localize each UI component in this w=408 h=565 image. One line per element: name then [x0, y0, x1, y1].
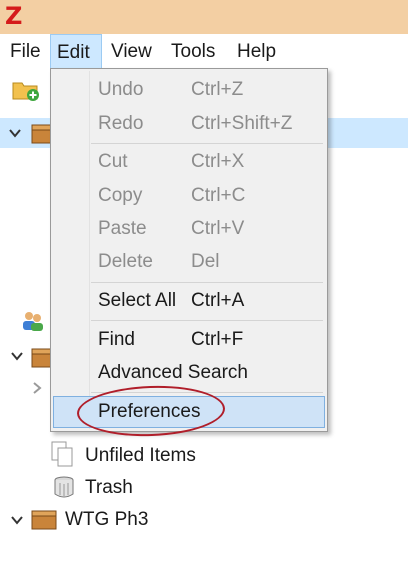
group-library-icon: [31, 510, 57, 530]
menu-help[interactable]: Help: [231, 34, 282, 69]
menu-item-undo[interactable]: Undo Ctrl+Z: [53, 74, 325, 106]
menu-item-paste[interactable]: Paste Ctrl+V: [53, 213, 325, 245]
menu-item-label: Find: [98, 329, 135, 350]
menu-separator: [91, 282, 323, 283]
menu-item-label: Paste: [98, 218, 147, 239]
menu-separator: [91, 320, 323, 321]
title-bar: Z: [0, 0, 408, 34]
menu-item-shortcut: Ctrl+F: [191, 329, 244, 350]
menu-file[interactable]: File: [4, 34, 47, 69]
menu-item-cut[interactable]: Cut Ctrl+X: [53, 146, 325, 178]
menu-edit-label: Edit: [57, 42, 90, 63]
menu-item-shortcut: Ctrl+Shift+Z: [191, 113, 293, 134]
menu-item-shortcut: Ctrl+A: [191, 290, 245, 311]
menu-item-shortcut: Del: [191, 251, 220, 272]
menu-file-label: File: [10, 41, 41, 62]
menu-item-label: Delete: [98, 251, 153, 272]
menu-item-advanced-search[interactable]: Advanced Search: [53, 357, 325, 389]
menu-item-delete[interactable]: Delete Del: [53, 246, 325, 278]
menu-item-label: Cut: [98, 151, 128, 172]
unfiled-items-label[interactable]: Unfiled Items: [85, 444, 196, 468]
menu-item-label: Advanced Search: [98, 362, 248, 383]
menu-item-shortcut: Ctrl+Z: [191, 79, 244, 100]
menu-item-shortcut: Ctrl+X: [191, 151, 245, 172]
menu-edit[interactable]: Edit: [50, 34, 102, 69]
menu-item-copy[interactable]: Copy Ctrl+C: [53, 180, 325, 212]
menu-item-shortcut: Ctrl+V: [191, 218, 245, 239]
menu-view[interactable]: View: [105, 34, 158, 69]
chevron-down-icon[interactable]: [9, 512, 25, 528]
folder-plus-icon[interactable]: [12, 78, 40, 102]
menu-item-label: Redo: [98, 113, 144, 134]
menu-item-label: Undo: [98, 79, 144, 100]
menu-item-shortcut: Ctrl+C: [191, 185, 246, 206]
menu-help-label: Help: [237, 41, 277, 62]
trash-icon: [54, 476, 74, 498]
menu-tools[interactable]: Tools: [165, 34, 221, 69]
chevron-down-icon[interactable]: [7, 125, 23, 141]
groups-icon: [23, 312, 43, 331]
menu-bar: File Edit View Tools Help: [0, 34, 408, 69]
menu-separator: [91, 143, 323, 144]
menu-tools-label: Tools: [171, 41, 216, 62]
menu-item-select-all[interactable]: Select All Ctrl+A: [53, 285, 325, 317]
menu-view-label: View: [111, 41, 152, 62]
trash-label[interactable]: Trash: [85, 476, 133, 500]
chevron-right-icon[interactable]: [29, 380, 45, 396]
unfiled-items-icon: [51, 441, 73, 467]
menu-item-label: Copy: [98, 185, 143, 206]
edit-menu-dropdown: Undo Ctrl+Z Redo Ctrl+Shift+Z Cut Ctrl+X…: [50, 68, 328, 432]
menu-item-redo[interactable]: Redo Ctrl+Shift+Z: [53, 108, 325, 140]
chevron-down-icon[interactable]: [9, 348, 25, 364]
menu-item-label: Select All: [98, 290, 177, 311]
zotero-logo-icon: Z: [5, 2, 23, 30]
group-wtg-ph3-label[interactable]: WTG Ph3: [65, 508, 148, 532]
menu-item-find[interactable]: Find Ctrl+F: [53, 324, 325, 356]
